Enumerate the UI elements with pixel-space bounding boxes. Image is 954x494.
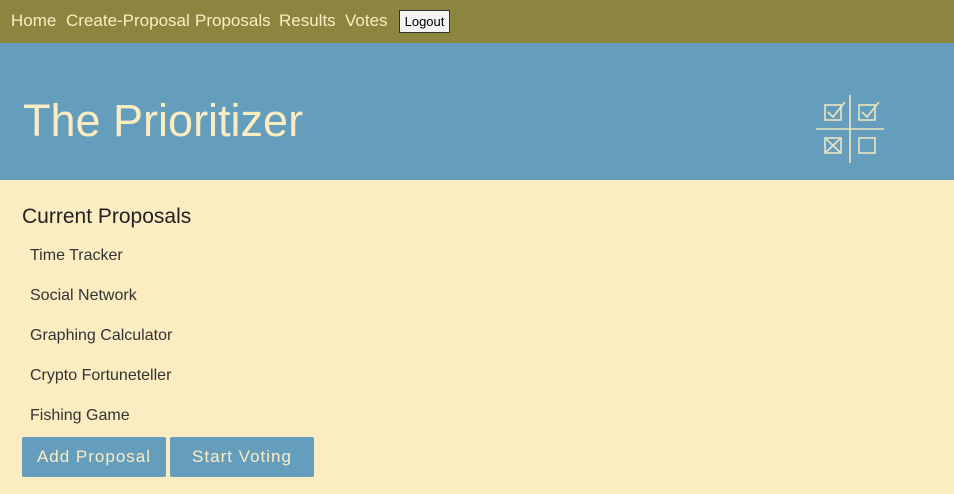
- nav-link-votes[interactable]: Votes: [345, 11, 388, 31]
- proposal-item[interactable]: Crypto Fortuneteller: [30, 366, 172, 406]
- page-title: The Prioritizer: [23, 95, 304, 146]
- logout-button[interactable]: Logout: [399, 10, 450, 33]
- header-banner: The Prioritizer: [0, 43, 954, 180]
- nav-link-create-proposal[interactable]: Create-Proposal: [66, 11, 190, 31]
- add-proposal-button[interactable]: Add Proposal: [22, 437, 166, 477]
- start-voting-button[interactable]: Start Voting: [170, 437, 314, 477]
- nav-link-proposals[interactable]: Proposals: [195, 11, 271, 31]
- proposal-item[interactable]: Time Tracker: [30, 246, 172, 286]
- proposal-item[interactable]: Social Network: [30, 286, 172, 326]
- nav-link-home[interactable]: Home: [11, 11, 56, 31]
- top-navbar: Home Create-Proposal Proposals Results V…: [0, 0, 954, 43]
- proposal-item[interactable]: Graphing Calculator: [30, 326, 172, 366]
- checkbox-grid-icon: [816, 95, 884, 163]
- section-title: Current Proposals: [22, 205, 192, 228]
- proposal-list: Time Tracker Social Network Graphing Cal…: [30, 246, 172, 446]
- nav-link-results[interactable]: Results: [279, 11, 336, 31]
